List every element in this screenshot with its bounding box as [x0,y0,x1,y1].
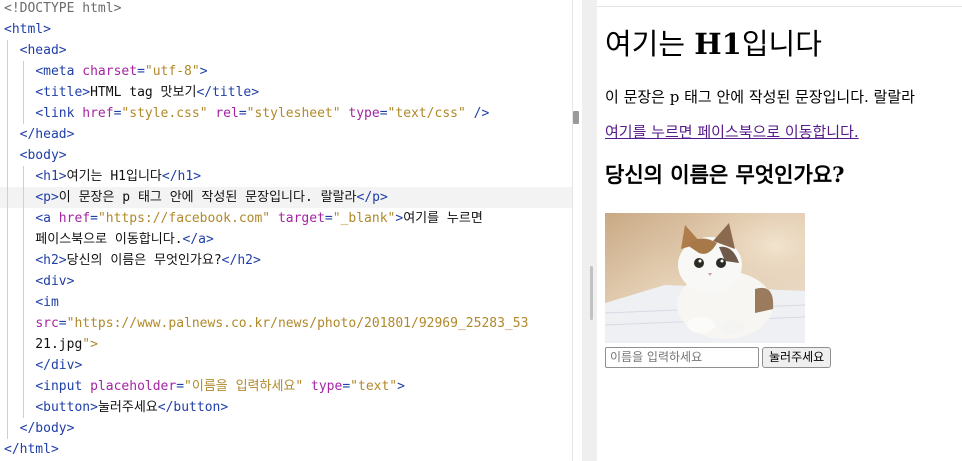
code-line[interactable]: 페이스북으로 이동합니다.</a> [4,229,214,250]
code-line[interactable]: <div> [4,271,74,292]
code-line[interactable]: <button>눌러주세요</button> [4,397,228,418]
code-line[interactable]: <a href="https://facebook.com" target="_… [4,208,482,229]
editor-scroll-thumb[interactable] [573,111,579,124]
code-line[interactable]: <title>HTML tag 맛보기</title> [4,82,259,103]
code-line[interactable]: <head> [4,40,67,61]
preview-h1-bold: H1 [694,27,742,61]
code-line[interactable]: <html> [4,19,51,40]
preview-h1: 여기는 H1입니다 [605,26,822,62]
preview-h1-suffix: 입니다 [741,27,822,61]
preview-h2: 당신의 이름은 무엇인가요? [605,162,845,187]
name-input[interactable] [605,347,759,368]
indent-guide [23,61,24,124]
code-line[interactable]: </body> [4,418,75,439]
preview-h1-prefix: 여기는 [605,27,695,61]
code-line[interactable]: <h1>여기는 H1입니다</h1> [4,166,201,187]
code-editor[interactable]: <!DOCTYPE html> <html> <head> <meta chars… [0,0,572,461]
code-line[interactable]: </html> [4,439,59,460]
indent-guide [7,40,8,439]
code-line[interactable]: </head> [4,124,75,145]
preview-divider [597,6,962,7]
cat-photo-icon [605,213,805,343]
code-line[interactable]: src="https://www.palnews.co.kr/news/phot… [4,313,528,334]
code-line[interactable]: <input placeholder="이름을 입력하세요" type="tex… [4,376,405,397]
code-line[interactable]: <im [4,292,58,313]
code-line[interactable]: </div> [4,355,82,376]
pane-splitter[interactable] [582,0,597,461]
code-line[interactable]: <p>이 문장은 p 태그 안에 작성된 문장입니다. 랄랄라</p> [0,187,572,208]
code-line[interactable]: <body> [4,145,67,166]
preview-facebook-link[interactable]: 여기를 누르면 페이스북으로 이동합니다. [605,122,859,142]
submit-button[interactable]: 눌러주세요 [762,347,832,368]
preview-pane: 여기는 H1입니다 이 문장은 p 태그 안에 작성된 문장입니다. 랄랄라 여… [597,0,962,461]
indent-guide [23,166,24,418]
code-line[interactable]: <meta charset="utf-8"> [4,61,207,82]
preview-paragraph: 이 문장은 p 태그 안에 작성된 문장입니다. 랄랄라 [605,88,915,106]
code-line[interactable]: <!DOCTYPE html> [4,0,121,19]
code-line[interactable]: <h2>당신의 이름은 무엇인가요?</h2> [4,250,261,271]
code-line[interactable]: <link href="style.css" rel="stylesheet" … [4,103,489,124]
code-line[interactable]: 21.jpg"> [4,334,98,355]
preview-scroll-thumb[interactable] [590,266,593,320]
